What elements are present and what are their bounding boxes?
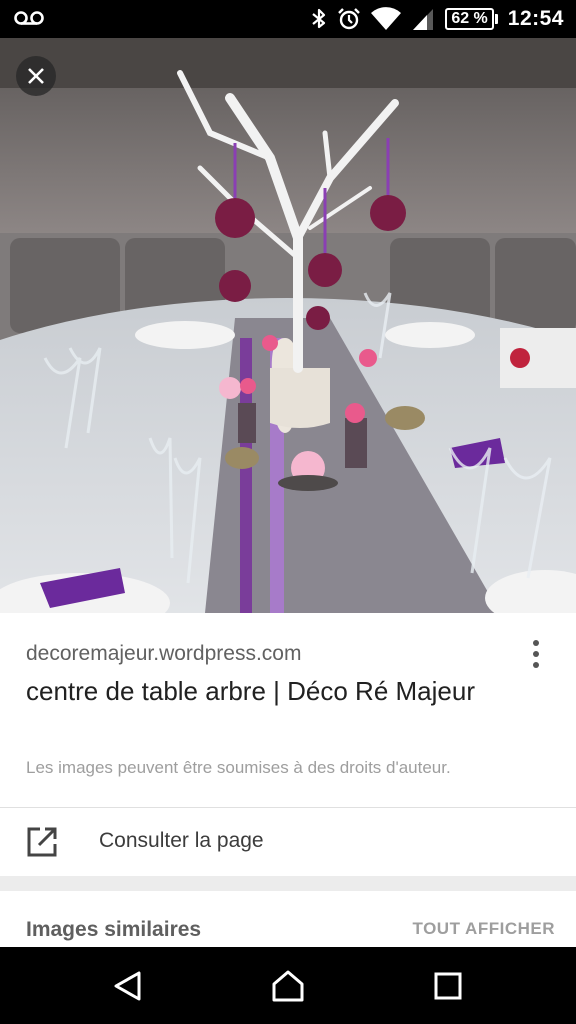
recents-icon xyxy=(434,972,462,999)
status-bar: 62 % 12:54 xyxy=(0,0,576,38)
close-icon xyxy=(28,68,44,84)
bluetooth-icon xyxy=(312,8,326,29)
home-button[interactable] xyxy=(243,947,333,1024)
more-vert-icon xyxy=(533,640,539,646)
navigation-bar xyxy=(0,947,576,1024)
alarm-icon xyxy=(338,8,361,30)
see-all-button[interactable]: TOUT AFFICHER xyxy=(413,919,556,939)
battery-level: 62 % xyxy=(451,10,488,27)
recents-button[interactable] xyxy=(403,947,493,1024)
more-options-button[interactable] xyxy=(522,634,550,674)
back-button[interactable] xyxy=(83,947,173,1024)
voicemail-icon xyxy=(14,11,44,25)
battery-icon: 62 % xyxy=(445,8,498,30)
source-domain[interactable]: decoremajeur.wordpress.com xyxy=(26,642,301,666)
open-in-new-icon xyxy=(27,827,57,857)
visit-page-button[interactable] xyxy=(0,808,576,876)
similar-images-title: Images similaires xyxy=(26,918,202,941)
home-icon xyxy=(272,970,304,1001)
wifi-icon xyxy=(371,7,402,30)
signal-icon xyxy=(413,9,434,30)
back-icon xyxy=(114,971,141,1000)
result-title[interactable]: centre de table arbre | Déco Ré Majeur xyxy=(26,672,496,710)
clock: 12:54 xyxy=(507,7,564,30)
visit-page-label[interactable]: Consulter la page xyxy=(99,829,264,853)
close-button[interactable] xyxy=(16,56,56,96)
copyright-notice: Les images peuvent être soumises à des d… xyxy=(26,758,451,777)
result-image[interactable] xyxy=(0,38,576,613)
